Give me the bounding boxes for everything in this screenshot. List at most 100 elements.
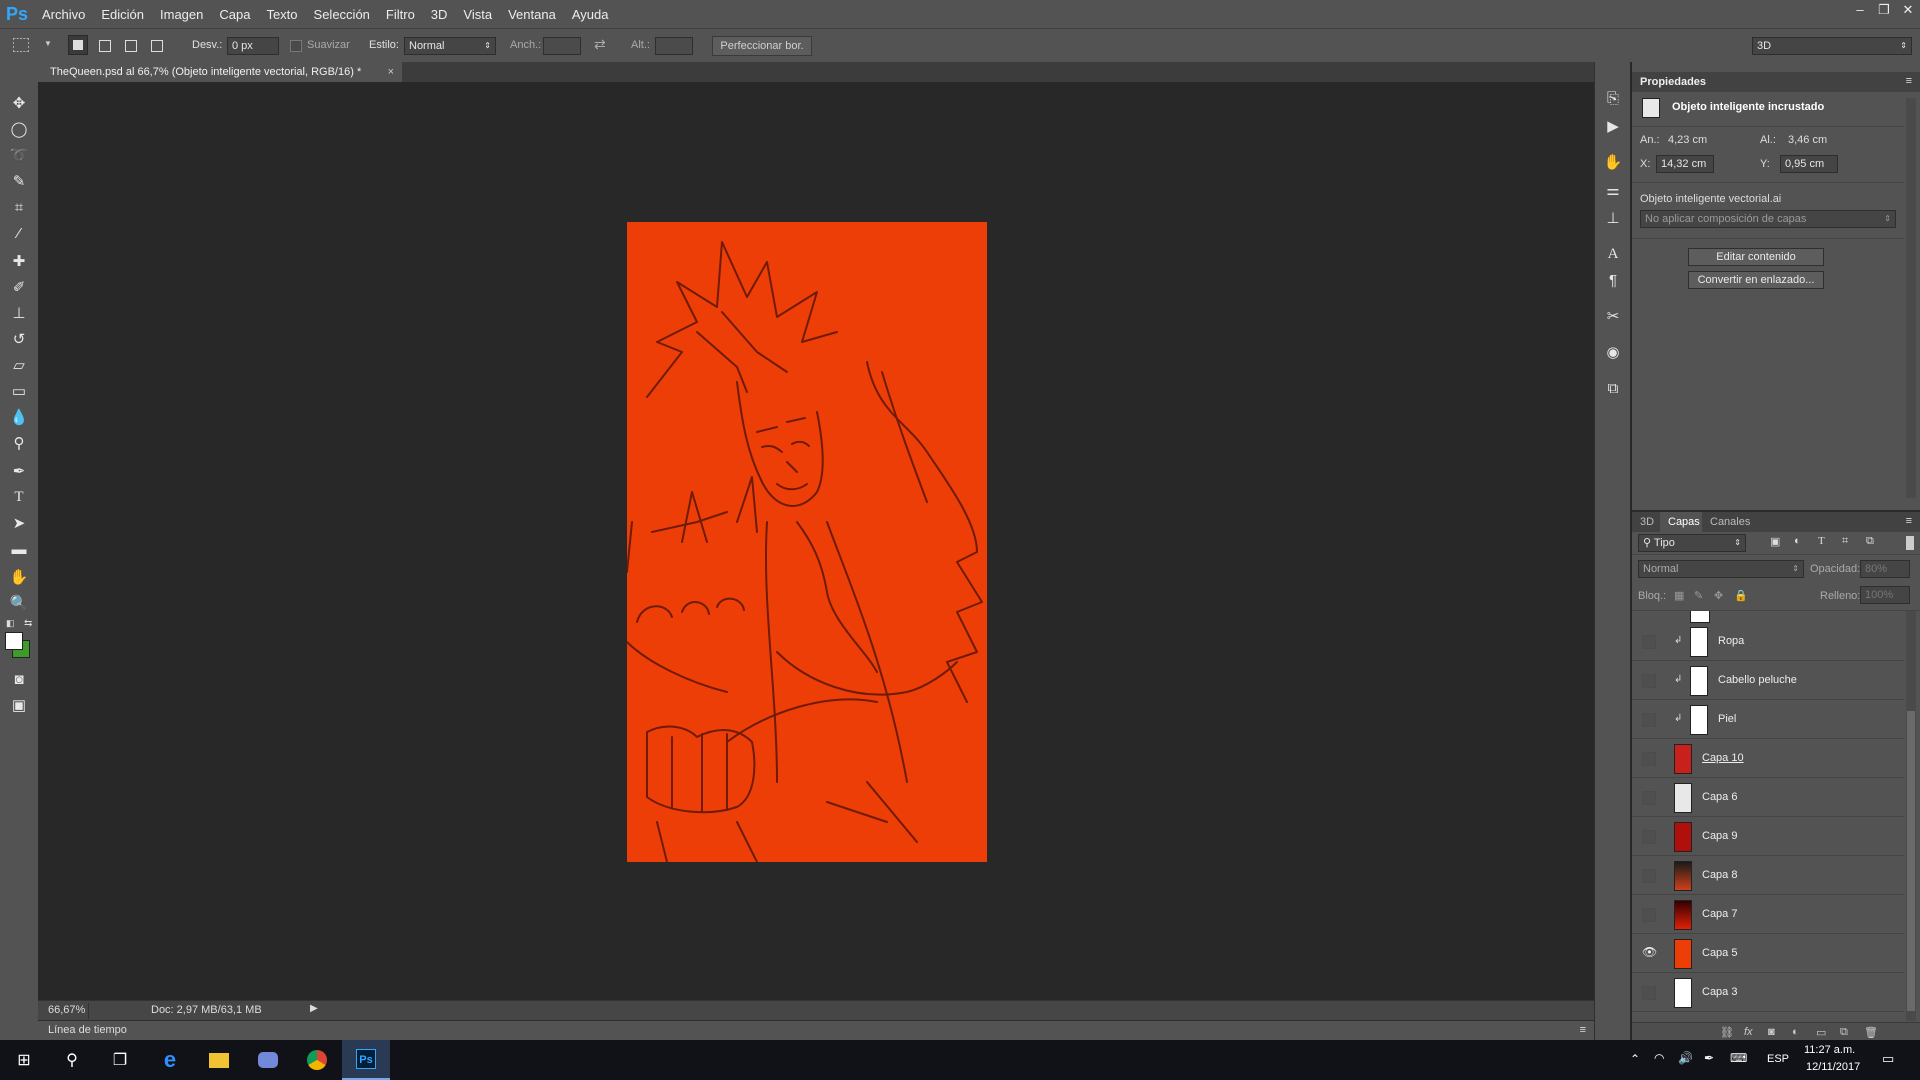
language-indicator[interactable]: ESP [1767,1053,1789,1065]
menu-3d[interactable]: 3D [423,7,456,22]
rect-marquee-icon[interactable] [13,38,29,52]
y-input[interactable]: 0,95 cm [1780,155,1838,173]
menu-edicion[interactable]: Edición [93,7,152,22]
move-tool-icon[interactable]: ✥ [7,92,31,114]
layer-row[interactable]: 👁 Capa 5 [1632,935,1904,973]
adjustments-icon[interactable]: ⚌ [1601,178,1625,202]
foreground-color-swatch[interactable] [5,632,23,650]
properties-tab[interactable]: Propiedades [1640,76,1706,88]
tab-3d[interactable]: 3D [1640,516,1654,528]
layer-row[interactable]: Capa 8 [1632,857,1904,895]
height-input[interactable] [655,37,693,55]
eraser-tool-icon[interactable]: ▱ [7,354,31,376]
chrome-icon[interactable] [293,1040,341,1080]
menu-ventana[interactable]: Ventana [500,7,564,22]
tab-canales[interactable]: Canales [1710,516,1750,528]
properties-scrollbar[interactable] [1906,98,1916,498]
fill-input[interactable]: 100% [1860,586,1910,604]
chevron-down-icon[interactable]: ▼ [44,39,52,48]
add-selection-icon[interactable] [94,35,114,55]
filter-pixel-icon[interactable]: ▣ [1770,535,1780,548]
default-colors-icon[interactable]: ◧ [6,618,15,629]
width-value[interactable]: 4,23 cm [1668,134,1707,146]
tab-capas[interactable]: Capas [1668,516,1700,528]
lock-all-icon[interactable]: 🔒 [1734,589,1748,602]
brush-tool-icon[interactable]: ✐ [7,276,31,298]
task-view-icon[interactable]: ❐ [96,1040,144,1080]
healing-brush-icon[interactable]: ✚ [7,250,31,272]
windows-start-icon[interactable]: ⊞ [0,1040,48,1080]
blur-tool-icon[interactable]: 💧 [7,406,31,428]
screen-mode-icon[interactable]: ▣ [7,694,31,716]
visibility-toggle[interactable] [1642,791,1656,805]
eye-icon[interactable]: 👁 [1642,945,1657,959]
height-value[interactable]: 3,46 cm [1788,134,1827,146]
swap-icon[interactable]: ⇄ [594,36,606,53]
delete-layer-icon[interactable]: 🗑 [1864,1026,1878,1039]
zoom-level[interactable]: 66,67% [48,1004,85,1016]
layer-filter-select[interactable]: ⚲ Tipo ⇕ [1638,534,1746,552]
scrollbar-thumb[interactable] [1907,711,1915,1011]
clone-source-icon[interactable]: ⊥ [1601,206,1625,230]
file-explorer-icon[interactable] [195,1040,243,1080]
menu-archivo[interactable]: Archivo [34,7,93,22]
photoshop-logo[interactable]: Ps [0,0,34,28]
blend-mode-select[interactable]: Normal ⇕ [1638,560,1804,578]
layer-row[interactable]: Capa 3 [1632,974,1904,1012]
workspace-select[interactable]: 3D ⇕ [1752,37,1912,55]
discord-icon[interactable] [244,1040,292,1080]
close-button[interactable]: ✕ [1896,0,1920,22]
convert-linked-button[interactable]: Convertir en enlazado... [1688,271,1824,289]
layer-row[interactable]: ↲ Ropa [1632,623,1904,661]
filter-smart-object-icon[interactable]: ⧉ [1866,535,1874,548]
filter-toggle[interactable] [1906,536,1914,550]
edit-contents-button[interactable]: Editar contenido [1688,248,1824,266]
menu-imagen[interactable]: Imagen [152,7,211,22]
eyedropper-icon[interactable]: ⁄ [7,222,31,244]
layer-comps-icon[interactable]: ⧉ [1601,376,1625,400]
crop-tool-icon[interactable]: ⌗ [7,196,31,218]
partial-layer-row[interactable] [1632,611,1904,623]
layers-scrollbar[interactable] [1906,611,1916,1021]
menu-capa[interactable]: Capa [211,7,258,22]
filter-adjustment-icon[interactable]: ◐ [1794,535,1801,547]
panel-menu-icon[interactable]: ≡ [1906,515,1912,527]
play-icon[interactable]: ▶ [310,1003,318,1014]
panel-menu-icon[interactable]: ≡ [1906,75,1912,87]
new-layer-icon[interactable]: ⧉ [1840,1026,1848,1039]
width-input[interactable] [543,37,581,55]
lock-pixels-icon[interactable]: ✎ [1694,589,1703,602]
hand-tool-icon[interactable]: ✋ [7,566,31,588]
layer-row[interactable]: ↲ Piel [1632,701,1904,739]
visibility-toggle[interactable] [1642,713,1656,727]
fx-icon[interactable]: fx [1744,1026,1753,1038]
path-selection-icon[interactable]: ➤ [7,512,31,534]
layer-row[interactable]: ↲ Cabello peluche [1632,662,1904,700]
menu-ayuda[interactable]: Ayuda [564,7,617,22]
close-tab-icon[interactable]: × [388,62,394,82]
visibility-toggle[interactable] [1642,986,1656,1000]
type-tool-icon[interactable]: T [7,486,31,508]
brushes-icon[interactable]: ✋ [1601,150,1625,174]
layer-comp-select[interactable]: No aplicar composición de capas ⇕ [1640,210,1896,228]
volume-icon[interactable]: 🔊 [1678,1051,1693,1065]
document-canvas[interactable] [627,222,987,862]
history-brush-icon[interactable]: ↺ [7,328,31,350]
timeline-label[interactable]: Línea de tiempo [48,1024,127,1036]
intersect-selection-icon[interactable] [146,35,166,55]
link-layers-icon[interactable]: ⛓ [1720,1026,1734,1039]
tools-presets-icon[interactable]: ✂ [1601,304,1625,328]
edge-icon[interactable]: e [146,1040,194,1080]
visibility-toggle[interactable] [1642,908,1656,922]
add-mask-icon[interactable]: ◙ [1768,1026,1775,1038]
libraries-icon[interactable]: ◉ [1601,340,1625,364]
style-select[interactable]: Normal ⇕ [404,37,496,55]
lock-position-icon[interactable]: ✥ [1714,589,1723,602]
new-selection-icon[interactable] [68,35,88,55]
x-input[interactable]: 14,32 cm [1656,155,1714,173]
search-icon[interactable]: ⚲ [48,1040,96,1080]
menu-vista[interactable]: Vista [455,7,500,22]
quick-mask-icon[interactable]: ◙ [7,668,31,690]
quick-selection-icon[interactable]: ✎ [7,170,31,192]
visibility-toggle[interactable] [1642,674,1656,688]
